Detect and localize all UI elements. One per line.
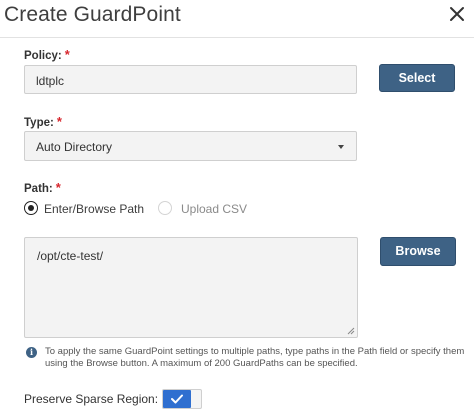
radio-enter-browse-path-label[interactable]: Enter/Browse Path (44, 202, 144, 216)
required-marker: * (64, 47, 70, 62)
caret-down-icon (338, 145, 344, 149)
required-marker: * (55, 180, 61, 195)
check-icon (171, 394, 183, 404)
type-dropdown[interactable]: Auto Directory (24, 131, 357, 161)
dialog-title: Create GuardPoint (4, 3, 181, 26)
preserve-sparse-toggle[interactable] (162, 389, 202, 409)
select-button[interactable]: Select (379, 64, 455, 92)
type-label: Type: * (24, 114, 62, 129)
radio-upload-csv[interactable] (158, 201, 172, 215)
preserve-sparse-label: Preserve Sparse Region: (24, 392, 159, 406)
radio-upload-csv-label[interactable]: Upload CSV (181, 202, 247, 216)
path-textarea[interactable]: /opt/cte-test/ (24, 237, 358, 338)
radio-enter-browse-path[interactable] (24, 201, 38, 215)
path-value: /opt/cte-test/ (37, 249, 104, 263)
policy-value: ldtplc (36, 74, 65, 88)
policy-field[interactable]: ldtplc (24, 65, 357, 94)
dialog-header: Create GuardPoint (0, 0, 474, 38)
browse-button[interactable]: Browse (380, 237, 456, 266)
required-marker: * (56, 114, 62, 129)
toggle-on-indicator (163, 390, 191, 408)
policy-label: Policy: * (24, 47, 70, 62)
info-icon: i (26, 347, 37, 358)
type-selected-value: Auto Directory (36, 140, 113, 154)
path-label: Path: * (24, 180, 61, 195)
close-icon[interactable] (447, 4, 467, 24)
resize-grip-icon[interactable] (347, 327, 355, 335)
info-text: To apply the same GuardPoint settings to… (45, 346, 465, 369)
